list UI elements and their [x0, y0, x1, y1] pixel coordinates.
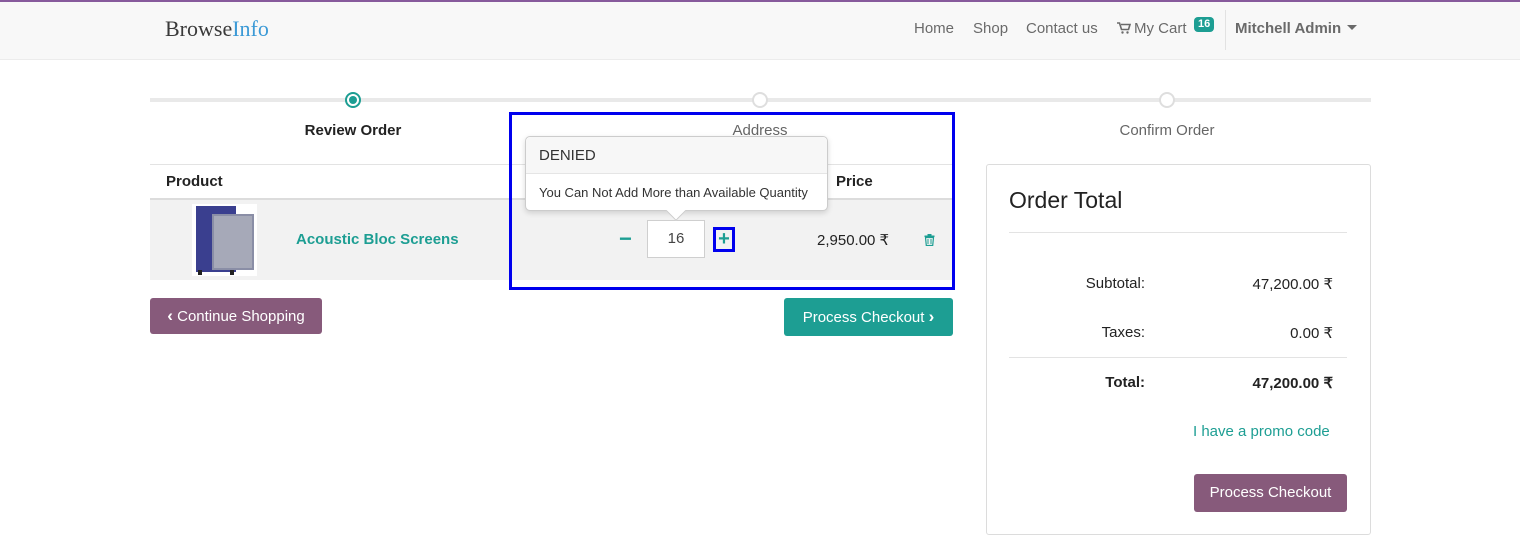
order-total-divider: [1009, 232, 1347, 233]
step-dot-confirm: [1159, 92, 1175, 108]
trash-icon[interactable]: [924, 234, 935, 246]
step-dot-review: [345, 92, 361, 108]
increase-quantity-button[interactable]: +: [716, 228, 732, 250]
process-checkout-button[interactable]: Process Checkout ›: [784, 298, 953, 336]
caret-down-icon: [1347, 25, 1358, 30]
product-name-link[interactable]: Acoustic Bloc Screens: [296, 231, 459, 248]
total-value: 47,200.00 ₹: [1252, 375, 1333, 392]
tooltip-title: DENIED: [526, 137, 827, 174]
order-total-title: Order Total: [1009, 187, 1123, 213]
continue-shopping-button[interactable]: ‹ Continue Shopping: [150, 298, 322, 334]
step-label-review: Review Order: [304, 122, 402, 139]
nav-shop-link[interactable]: Shop: [973, 20, 1008, 37]
nav-divider: [1225, 10, 1226, 50]
cart-count-badge: 16: [1194, 17, 1215, 32]
cart-icon: [1117, 22, 1131, 34]
nav-cart-link[interactable]: My Cart: [1117, 20, 1187, 37]
quantity-input[interactable]: 16: [647, 220, 705, 258]
total-label: Total:: [1105, 374, 1145, 391]
column-header-product: Product: [166, 173, 223, 190]
denied-tooltip: DENIED You Can Not Add More than Availab…: [525, 136, 828, 221]
order-process-checkout-button[interactable]: Process Checkout: [1194, 474, 1347, 512]
step-dot-address: [752, 92, 768, 108]
subtotal-label: Subtotal:: [1085, 275, 1145, 292]
taxes-value: 0.00 ₹: [1290, 325, 1333, 342]
taxes-label: Taxes:: [1101, 324, 1145, 341]
chevron-left-icon: ‹: [167, 306, 173, 325]
column-header-price: Price: [836, 173, 873, 190]
chevron-right-icon: ›: [928, 307, 935, 326]
user-menu[interactable]: Mitchell Admin: [1235, 20, 1358, 37]
product-image[interactable]: [192, 204, 257, 276]
total-divider: [1009, 357, 1347, 358]
promo-code-link[interactable]: I have a promo code: [1193, 423, 1330, 440]
brand-logo[interactable]: BrowseInfo: [165, 16, 269, 42]
cart-label: My Cart: [1134, 20, 1187, 37]
nav-contact-link[interactable]: Contact us: [1026, 20, 1098, 37]
nav-home-link[interactable]: Home: [914, 20, 954, 37]
subtotal-value: 47,200.00 ₹: [1252, 276, 1333, 293]
step-label-confirm: Confirm Order: [1119, 122, 1215, 139]
product-price: 2,950.00 ₹: [817, 232, 890, 249]
decrease-quantity-button[interactable]: −: [619, 228, 632, 250]
